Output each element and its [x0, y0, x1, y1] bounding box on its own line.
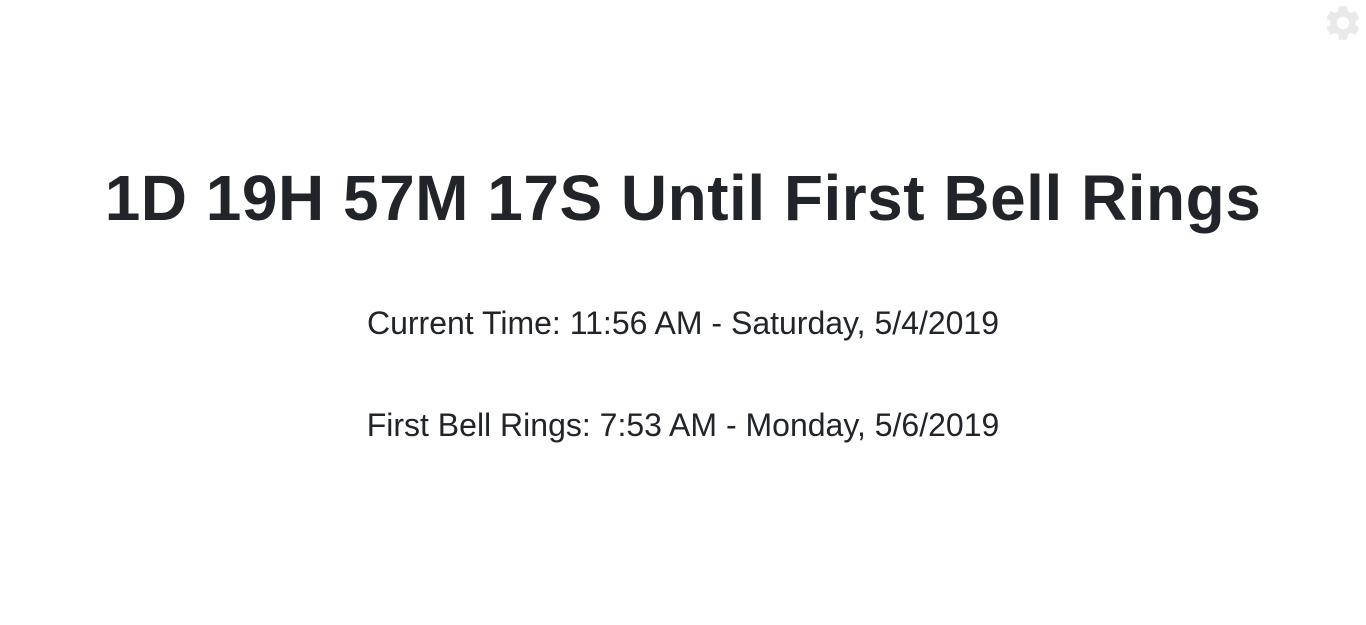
- countdown-heading: 1D 19H 57M 17S Until First Bell Rings: [104, 162, 1262, 234]
- settings-button[interactable]: [1320, 1, 1366, 47]
- first-bell-text: First Bell Rings: 7:53 AM - Monday, 5/6/…: [366, 407, 1000, 443]
- page: 1D 19H 57M 17S Until First Bell Rings Cu…: [0, 0, 1366, 625]
- gear-icon: [1322, 2, 1364, 47]
- current-time-text: Current Time: 11:56 AM - Saturday, 5/4/2…: [366, 305, 1000, 341]
